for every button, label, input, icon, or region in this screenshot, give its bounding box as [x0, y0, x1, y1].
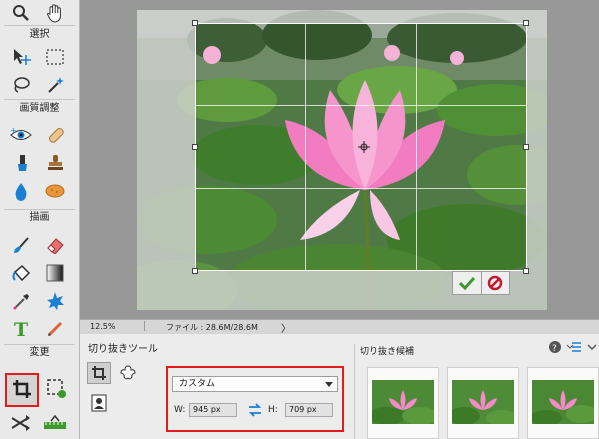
cancel-crop-button[interactable] — [482, 272, 510, 294]
svg-text:?: ? — [552, 344, 557, 354]
paint-bucket-icon[interactable] — [8, 262, 34, 284]
crop-handle-bottom-left[interactable] — [192, 268, 198, 274]
tool-options-bar: 切り抜きツール カスタム W: 945 px H: 709 px 切り抜き候補 … — [80, 334, 599, 439]
crop-handle-bottom-right[interactable] — [523, 268, 529, 274]
type-icon[interactable]: T — [8, 318, 34, 340]
status-nav-arrow[interactable]: 〉 — [281, 320, 291, 335]
toolbox: 選択 画質調整 + 描画 T 変更 — [0, 0, 80, 439]
brush-icon[interactable] — [8, 234, 34, 256]
commit-crop-button[interactable] — [453, 272, 481, 294]
swap-icon — [248, 403, 262, 417]
custom-shape-icon[interactable] — [42, 290, 68, 312]
lasso-icon[interactable] — [8, 74, 34, 96]
clone-stamp-icon[interactable] — [42, 152, 68, 174]
crop-suggestion-3[interactable] — [527, 367, 599, 439]
zoom-icon[interactable] — [8, 2, 34, 24]
crop-suggestions-title: 切り抜き候補 — [360, 347, 415, 357]
section-label-select: 選択 — [29, 29, 50, 40]
pencil-icon[interactable] — [42, 318, 68, 340]
crop-icon — [92, 366, 106, 380]
crop-icon[interactable] — [9, 378, 35, 400]
width-input[interactable]: 945 px — [189, 403, 237, 417]
photo-portrait-icon — [91, 394, 107, 412]
image-canvas[interactable] — [80, 0, 599, 319]
crop-rectangle[interactable] — [195, 23, 527, 271]
eyedropper-icon[interactable] — [8, 290, 34, 312]
aspect-ratio-value: カスタム — [179, 379, 216, 389]
cancel-icon — [488, 275, 503, 291]
chevron-down-icon — [325, 382, 333, 387]
width-label: W: — [174, 405, 186, 415]
recompose-icon[interactable] — [44, 378, 70, 400]
height-label: H: — [268, 405, 278, 415]
section-label-draw: 描画 — [29, 212, 50, 223]
swap-dimensions-button[interactable] — [248, 402, 262, 422]
crop-handle-top-right[interactable] — [523, 20, 529, 26]
red-eye-icon[interactable]: + — [8, 124, 34, 146]
move-icon[interactable] — [8, 46, 34, 68]
spot-healing-icon[interactable] — [42, 124, 68, 146]
smart-brush-icon[interactable] — [8, 152, 34, 174]
section-label-enhance: 画質調整 — [19, 103, 60, 114]
crop-confirm-bar — [452, 271, 510, 295]
crop-mode-button[interactable] — [87, 362, 111, 384]
blur-icon[interactable] — [8, 180, 34, 202]
crop-handle-left[interactable] — [192, 144, 198, 150]
crop-suggestion-1[interactable] — [367, 367, 439, 439]
magic-wand-icon[interactable] — [42, 74, 68, 96]
crop-center-icon — [358, 141, 370, 153]
flower-shape-icon — [120, 365, 136, 380]
panel-menu-icon[interactable] — [566, 340, 582, 354]
sponge-icon[interactable] — [42, 180, 68, 202]
crop-handle-top-left[interactable] — [192, 20, 198, 26]
crop-handle-right[interactable] — [523, 144, 529, 150]
help-icon[interactable]: ? — [548, 340, 562, 354]
section-label-modify: 変更 — [29, 347, 50, 358]
gradient-icon[interactable] — [42, 262, 68, 284]
crop-settings-panel: カスタム W: 945 px H: 709 px — [166, 366, 344, 432]
document-image[interactable] — [137, 10, 547, 310]
tool-options-title: 切り抜きツール — [88, 344, 158, 355]
marquee-icon[interactable] — [42, 46, 68, 68]
eraser-icon[interactable] — [42, 234, 68, 256]
status-bar: 12.5% ファイル : 28.6M/28.6M 〉 — [80, 319, 599, 335]
perspective-crop-button[interactable] — [87, 392, 111, 414]
file-info: ファイル : 28.6M/28.6M — [166, 323, 258, 332]
aspect-ratio-dropdown[interactable]: カスタム — [172, 376, 338, 392]
straighten-icon[interactable] — [42, 412, 68, 434]
hand-icon[interactable] — [42, 2, 68, 24]
crop-suggestion-2[interactable] — [447, 367, 519, 439]
checkmark-icon — [458, 276, 475, 290]
height-input[interactable]: 709 px — [285, 403, 333, 417]
svg-text:T: T — [14, 319, 28, 339]
content-aware-move-icon[interactable] — [8, 412, 34, 434]
chevron-down-icon[interactable] — [586, 340, 598, 354]
crop-tool-selected[interactable] — [5, 373, 39, 407]
cookie-cutter-button[interactable] — [116, 362, 140, 384]
zoom-level: 12.5% — [90, 322, 116, 331]
svg-text:+: + — [10, 127, 17, 135]
